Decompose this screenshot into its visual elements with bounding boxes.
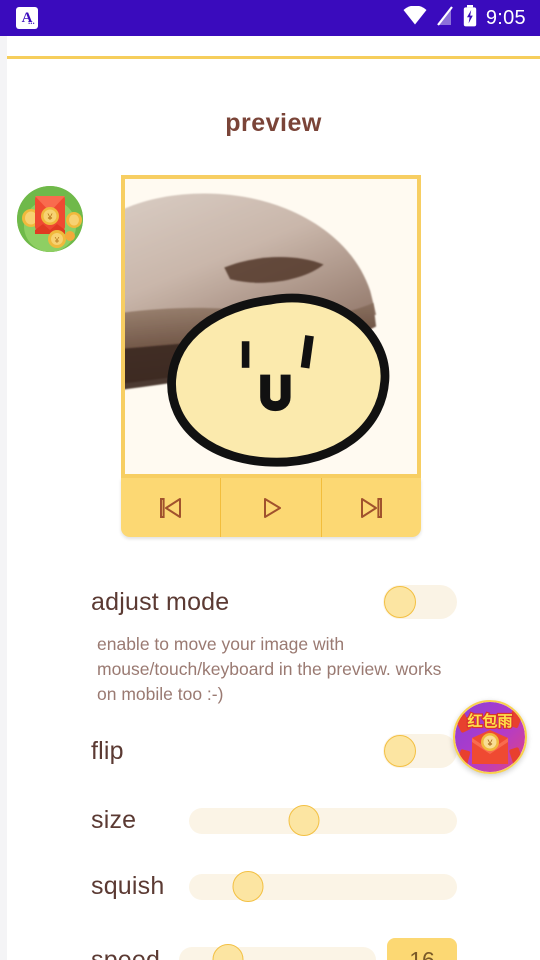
speed-value-input[interactable]: 16 (387, 938, 457, 960)
setting-row-size: size (91, 804, 457, 836)
skip-back-button[interactable] (121, 478, 222, 537)
browser-edge-strip (0, 36, 7, 960)
size-slider[interactable] (189, 804, 457, 836)
playback-controls (121, 478, 421, 537)
squish-slider-thumb[interactable] (232, 870, 264, 902)
preview-image[interactable] (125, 179, 417, 474)
page-title: preview (225, 109, 322, 137)
skip-back-icon (156, 495, 186, 521)
ad-label: 红包雨 (467, 712, 512, 730)
app-icon-dots: ••• (28, 21, 35, 27)
flip-toggle[interactable] (383, 734, 457, 768)
adjust-mode-toggle[interactable] (383, 585, 457, 619)
red-envelope-rain-ad[interactable]: ¥ 红包雨 (453, 700, 527, 774)
setting-row-flip: flip (91, 734, 457, 768)
setting-row-squish: squish (91, 870, 457, 902)
status-clock: 9:05 (485, 6, 526, 29)
speed-label: speed (91, 945, 161, 960)
flip-label: flip (91, 736, 124, 765)
svg-text:¥: ¥ (486, 738, 493, 748)
setting-row-adjust-mode: adjust mode (91, 585, 457, 619)
preview-frame[interactable] (121, 175, 421, 478)
signal-off-icon (436, 5, 454, 31)
wifi-icon (403, 5, 427, 30)
squish-slider[interactable] (189, 870, 457, 902)
adjust-mode-toggle-knob (384, 586, 416, 618)
play-icon (256, 495, 286, 521)
squish-label: squish (91, 872, 165, 900)
header-divider (7, 56, 540, 59)
size-slider-thumb[interactable] (288, 804, 320, 836)
red-envelope-avatar[interactable]: ¥ ¥ (17, 186, 83, 252)
battery-charging-icon (463, 4, 477, 32)
skip-forward-button[interactable] (322, 478, 421, 537)
page-content: preview ¥ ¥ adjust mode enable to move y… (7, 59, 540, 960)
svg-text:¥: ¥ (54, 236, 60, 245)
skip-forward-icon (356, 495, 386, 521)
play-button[interactable] (221, 478, 322, 537)
speed-slider[interactable] (179, 944, 376, 960)
speed-slider-thumb[interactable] (212, 944, 244, 960)
status-bar: A ••• 9:05 (0, 0, 540, 36)
app-icon: A ••• (16, 7, 38, 29)
adjust-mode-label: adjust mode (91, 587, 230, 616)
preview-card (121, 175, 421, 537)
adjust-mode-helper-text: enable to move your image with mouse/tou… (97, 634, 442, 704)
flip-toggle-knob (384, 735, 416, 767)
size-label: size (91, 806, 137, 834)
status-bar-right: 9:05 (403, 4, 526, 32)
svg-text:¥: ¥ (46, 212, 53, 222)
setting-row-speed: speed 16 (91, 938, 457, 960)
